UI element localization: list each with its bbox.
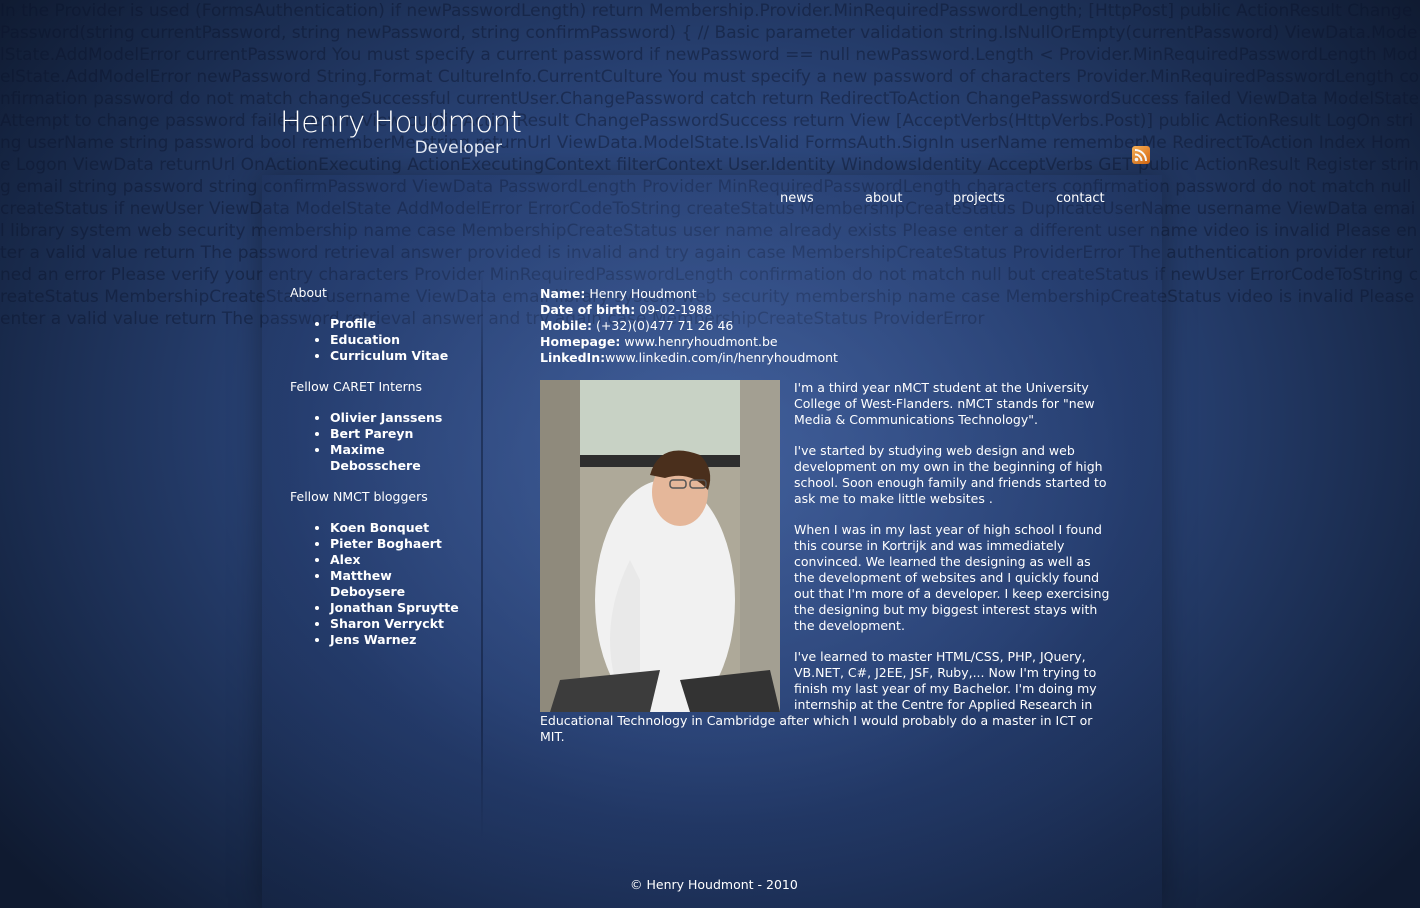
sidebar-link[interactable]: Olivier Janssens bbox=[330, 410, 442, 425]
sidebar-link[interactable]: Jonathan Spruytte bbox=[330, 600, 459, 615]
info-label: Name: bbox=[540, 286, 586, 301]
linkedin-link[interactable]: www.linkedin.com/in/henryhoudmont bbox=[605, 350, 838, 365]
sidebar-heading-nmct-bloggers: Fellow NMCT bloggers bbox=[290, 489, 428, 504]
nav-projects[interactable]: projects bbox=[953, 191, 1005, 206]
info-value: 09-02-1988 bbox=[639, 302, 712, 317]
sidebar-link[interactable]: Bert Pareyn bbox=[330, 426, 413, 441]
sidebar-link[interactable]: Maxime Debosschere bbox=[330, 442, 421, 473]
sidebar-heading-caret-interns: Fellow CARET Interns bbox=[290, 379, 423, 394]
sidebar: About Profile Education Curriculum Vitae… bbox=[290, 285, 470, 663]
sidebar-link[interactable]: Sharon Verryckt bbox=[330, 616, 444, 631]
info-homepage: Homepage: www.henryhoudmont.be bbox=[540, 334, 1112, 350]
info-value: (+32)(0)477 71 26 46 bbox=[596, 318, 734, 333]
site-title: Henry Houdmont bbox=[280, 105, 522, 139]
info-mobile: Mobile: (+32)(0)477 71 26 46 bbox=[540, 318, 1112, 334]
info-label: Mobile: bbox=[540, 318, 593, 333]
rss-feed-icon[interactable] bbox=[1132, 146, 1150, 164]
sidebar-list-caret-interns: Olivier Janssens Bert Pareyn Maxime Debo… bbox=[290, 410, 470, 474]
sidebar-link[interactable]: Alex bbox=[330, 552, 361, 567]
sidebar-item: Jens Warnez bbox=[330, 632, 470, 648]
sidebar-item: Jonathan Spruytte bbox=[330, 600, 470, 616]
sidebar-item: Pieter Boghaert bbox=[330, 536, 470, 552]
sidebar-list-about: Profile Education Curriculum Vitae bbox=[290, 316, 470, 364]
info-name: Name: Henry Houdmont bbox=[540, 286, 1112, 302]
sidebar-link-cv[interactable]: Curriculum Vitae bbox=[330, 348, 448, 363]
sidebar-link[interactable]: Koen Bonquet bbox=[330, 520, 429, 535]
sidebar-item: Education bbox=[330, 332, 470, 348]
sidebar-link[interactable]: Jens Warnez bbox=[330, 632, 416, 647]
sidebar-item: Profile bbox=[330, 316, 470, 332]
sidebar-item: Olivier Janssens bbox=[330, 410, 470, 426]
sidebar-item: Sharon Verryckt bbox=[330, 616, 470, 632]
profile-content: Name: Henry Houdmont Date of birth: 09-0… bbox=[540, 286, 1112, 760]
info-label: Homepage: bbox=[540, 334, 621, 349]
site-header: Henry Houdmont Developer bbox=[280, 104, 522, 158]
sidebar-heading-about: About bbox=[290, 285, 327, 300]
footer-copyright: © Henry Houdmont - 2010 bbox=[630, 877, 798, 892]
sidebar-list-nmct-bloggers: Koen Bonquet Pieter Boghaert Alex Matthe… bbox=[290, 520, 470, 648]
sidebar-link[interactable]: Pieter Boghaert bbox=[330, 536, 442, 551]
nav-news[interactable]: news bbox=[780, 191, 814, 206]
info-label: LinkedIn: bbox=[540, 350, 606, 365]
info-label: Date of birth: bbox=[540, 302, 636, 317]
info-dob: Date of birth: 09-02-1988 bbox=[540, 302, 1112, 318]
sidebar-item: Bert Pareyn bbox=[330, 426, 470, 442]
column-divider bbox=[481, 270, 483, 840]
sidebar-item: Maxime Debosschere bbox=[330, 442, 470, 474]
sidebar-item: Alex bbox=[330, 552, 470, 568]
sidebar-item: Matthew Deboysere bbox=[330, 568, 470, 600]
sidebar-item: Koen Bonquet bbox=[330, 520, 470, 536]
info-value: Henry Houdmont bbox=[589, 286, 697, 301]
profile-photo bbox=[540, 380, 780, 712]
sidebar-link-education[interactable]: Education bbox=[330, 332, 400, 347]
sidebar-link[interactable]: Matthew Deboysere bbox=[330, 568, 405, 599]
homepage-link[interactable]: www.henryhoudmont.be bbox=[624, 334, 777, 349]
nav-about[interactable]: about bbox=[865, 191, 903, 206]
info-linkedin: LinkedIn:www.linkedin.com/in/henryhoudmo… bbox=[540, 350, 1112, 366]
sidebar-item: Curriculum Vitae bbox=[330, 348, 470, 364]
site-subtitle: Developer bbox=[414, 138, 502, 158]
nav-contact[interactable]: contact bbox=[1056, 191, 1105, 206]
sidebar-link-profile[interactable]: Profile bbox=[330, 316, 376, 331]
